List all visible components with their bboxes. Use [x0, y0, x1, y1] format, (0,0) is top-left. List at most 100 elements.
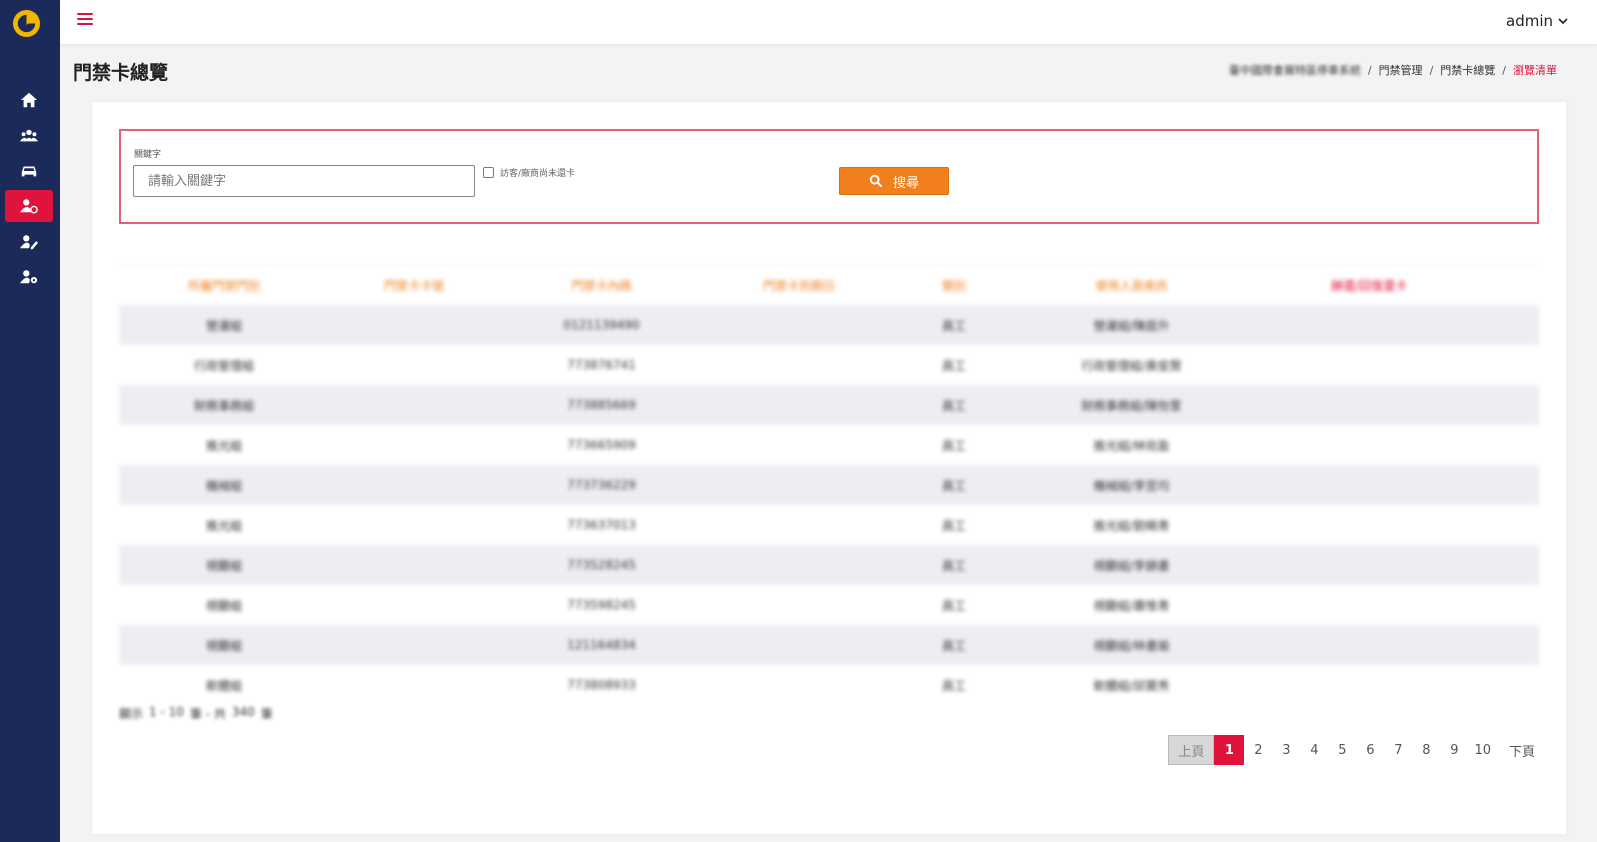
- result-summary: 顯示 1 - 10 筆 - 共 340 筆: [119, 705, 273, 722]
- page-number-button[interactable]: 1: [1214, 735, 1245, 765]
- table-cell: 員工: [941, 678, 966, 693]
- page-number-button[interactable]: 10: [1468, 735, 1497, 765]
- table-cell: 773637013: [567, 518, 636, 532]
- user-settings-icon: [20, 270, 38, 284]
- table-row[interactable]: 營運組 0121139490 員工 營運組/陳庭升: [119, 305, 1539, 345]
- sidebar-item-home[interactable]: [5, 84, 53, 116]
- summary-suffix: 筆: [260, 707, 273, 721]
- table-cell: 0121139490: [563, 318, 640, 332]
- table-cell: 機械組/李昱均: [1093, 478, 1170, 493]
- user-menu[interactable]: admin: [1506, 12, 1569, 30]
- content-card: 關鍵字 訪客/廠商尚未還卡 搜尋 所屬門禁門別 門禁卡卡號 門禁卡內碼 門禁卡到…: [92, 102, 1566, 834]
- access-card-table: 所屬門禁門別 門禁卡卡號 門禁卡內碼 門禁卡到期日 類別 使用人員資訊 歸還/回…: [119, 265, 1539, 705]
- table-cell: 員工: [941, 638, 966, 653]
- page-number-button[interactable]: 4: [1300, 735, 1328, 765]
- keyword-label: 關鍵字: [134, 150, 162, 160]
- table-cell: 員工: [941, 398, 966, 413]
- page-title: 門禁卡總覽: [73, 62, 169, 84]
- table-cell: 視聽組/李錦書: [1093, 558, 1170, 573]
- next-page-button[interactable]: 下頁: [1503, 735, 1541, 765]
- page-number-button[interactable]: 3: [1272, 735, 1300, 765]
- menu-toggle-icon[interactable]: [77, 13, 93, 29]
- column-header: 歸還/回復還卡: [1330, 279, 1408, 293]
- unreturned-checkbox[interactable]: [483, 167, 494, 178]
- table-cell: 773665909: [567, 438, 636, 452]
- table-row[interactable]: 推光組 773665909 員工 推光組/林宛盈: [119, 425, 1539, 465]
- user-name: admin: [1506, 12, 1553, 30]
- table-row[interactable]: 視聽組 773598245 員工 視聽組/蕭惟青: [119, 585, 1539, 625]
- page-number-button[interactable]: 7: [1384, 735, 1412, 765]
- breadcrumb-separator: /: [1502, 63, 1506, 77]
- breadcrumb-level1[interactable]: 門禁管理: [1379, 62, 1423, 78]
- table-cell: 員工: [941, 358, 966, 373]
- table-row[interactable]: 軟體組 773808933 員工 軟體組/邱寶秀: [119, 665, 1539, 705]
- user-edit-icon: [20, 235, 38, 250]
- table-cell: 773528245: [567, 558, 636, 572]
- column-header[interactable]: 類別: [894, 277, 1014, 294]
- table-cell: 視聽組/蕭惟青: [1093, 598, 1170, 613]
- table-cell: 視聽組/林書瑜: [1093, 638, 1170, 653]
- table-cell: 員工: [941, 558, 966, 573]
- table-row[interactable]: 機械組 773736229 員工 機械組/李昱均: [119, 465, 1539, 505]
- search-icon: [869, 174, 883, 188]
- table-row[interactable]: 視聽組 121164834 員工 視聽組/林書瑜: [119, 625, 1539, 665]
- keyword-input[interactable]: [133, 165, 475, 197]
- brand-logo[interactable]: [12, 9, 41, 38]
- sidebar-item-car[interactable]: [5, 155, 53, 187]
- breadcrumb-separator: /: [1367, 63, 1372, 77]
- column-header[interactable]: 使用人員資訊: [1014, 277, 1249, 294]
- column-header[interactable]: 門禁卡內碼: [499, 277, 704, 294]
- column-header[interactable]: 所屬門禁門別: [119, 277, 329, 294]
- chevron-down-icon: [1558, 18, 1568, 25]
- search-button[interactable]: 搜尋: [839, 167, 949, 195]
- summary-range: 1 - 10: [149, 705, 184, 719]
- prev-page-button[interactable]: 上頁: [1168, 735, 1215, 765]
- page-number-button[interactable]: 8: [1412, 735, 1440, 765]
- table-cell: 773876741: [567, 358, 636, 372]
- table-cell: 773598245: [567, 598, 636, 612]
- table-cell: 773736229: [567, 478, 636, 492]
- user-card-icon: [20, 199, 38, 214]
- summary-total: 340: [231, 705, 255, 719]
- sidebar-item-user-settings[interactable]: [5, 261, 53, 293]
- table-header: 所屬門禁門別 門禁卡卡號 門禁卡內碼 門禁卡到期日 類別 使用人員資訊 歸還/回…: [119, 265, 1539, 305]
- table-cell: 員工: [941, 438, 966, 453]
- table-cell: 推光組: [205, 438, 242, 453]
- page-number-button[interactable]: 6: [1356, 735, 1384, 765]
- sidebar-item-user-edit[interactable]: [5, 226, 53, 258]
- car-icon: [21, 166, 37, 177]
- home-icon: [20, 92, 38, 108]
- breadcrumb-root[interactable]: 臺中國際會展特區停車系統: [1229, 62, 1361, 78]
- unreturned-filter: 訪客/廠商尚未還卡: [483, 166, 575, 179]
- table-cell: 員工: [941, 598, 966, 613]
- page-number-button[interactable]: 9: [1440, 735, 1468, 765]
- search-panel: 關鍵字 訪客/廠商尚未還卡 搜尋: [119, 129, 1539, 224]
- table-row[interactable]: 視聽組 773528245 員工 視聽組/李錦書: [119, 545, 1539, 585]
- column-header[interactable]: 門禁卡到期日: [704, 277, 894, 294]
- sidebar-item-users[interactable]: [5, 120, 53, 152]
- table-cell: 員工: [941, 518, 966, 533]
- table-cell: 行政管理組/黃俊賢: [1081, 358, 1182, 373]
- table-cell: 營運組/陳庭升: [1093, 318, 1170, 333]
- page-number-button[interactable]: 2: [1244, 735, 1272, 765]
- table-cell: 推光組/劉曉青: [1093, 518, 1170, 533]
- table-cell: 員工: [941, 318, 966, 333]
- table-cell: 視聽組: [205, 598, 242, 613]
- sidebar-item-access-card[interactable]: [5, 190, 53, 222]
- table-cell: 財務事務組/陳怡萱: [1081, 398, 1182, 413]
- table-cell: 視聽組: [205, 558, 242, 573]
- breadcrumb: 臺中國際會展特區停車系統 / 門禁管理 / 門禁卡總覽 / 瀏覽清單: [1229, 62, 1557, 78]
- table-cell: 營運組: [205, 318, 242, 333]
- page-number-button[interactable]: 5: [1328, 735, 1356, 765]
- table-row[interactable]: 推光組 773637013 員工 推光組/劉曉青: [119, 505, 1539, 545]
- table-cell: 773808933: [567, 678, 636, 692]
- breadcrumb-level2[interactable]: 門禁卡總覽: [1440, 62, 1495, 78]
- table-row[interactable]: 行政管理組 773876741 員工 行政管理組/黃俊賢: [119, 345, 1539, 385]
- column-header[interactable]: 門禁卡卡號: [329, 277, 499, 294]
- topbar: admin: [60, 0, 1597, 44]
- table-row[interactable]: 財務事務組 773885669 員工 財務事務組/陳怡萱: [119, 385, 1539, 425]
- table-body: 營運組 0121139490 員工 營運組/陳庭升 行政管理組 773876741 員工 行政…: [119, 305, 1539, 705]
- table-cell: 視聽組: [205, 638, 242, 653]
- users-icon: [20, 129, 38, 142]
- table-cell: 推光組: [205, 518, 242, 533]
